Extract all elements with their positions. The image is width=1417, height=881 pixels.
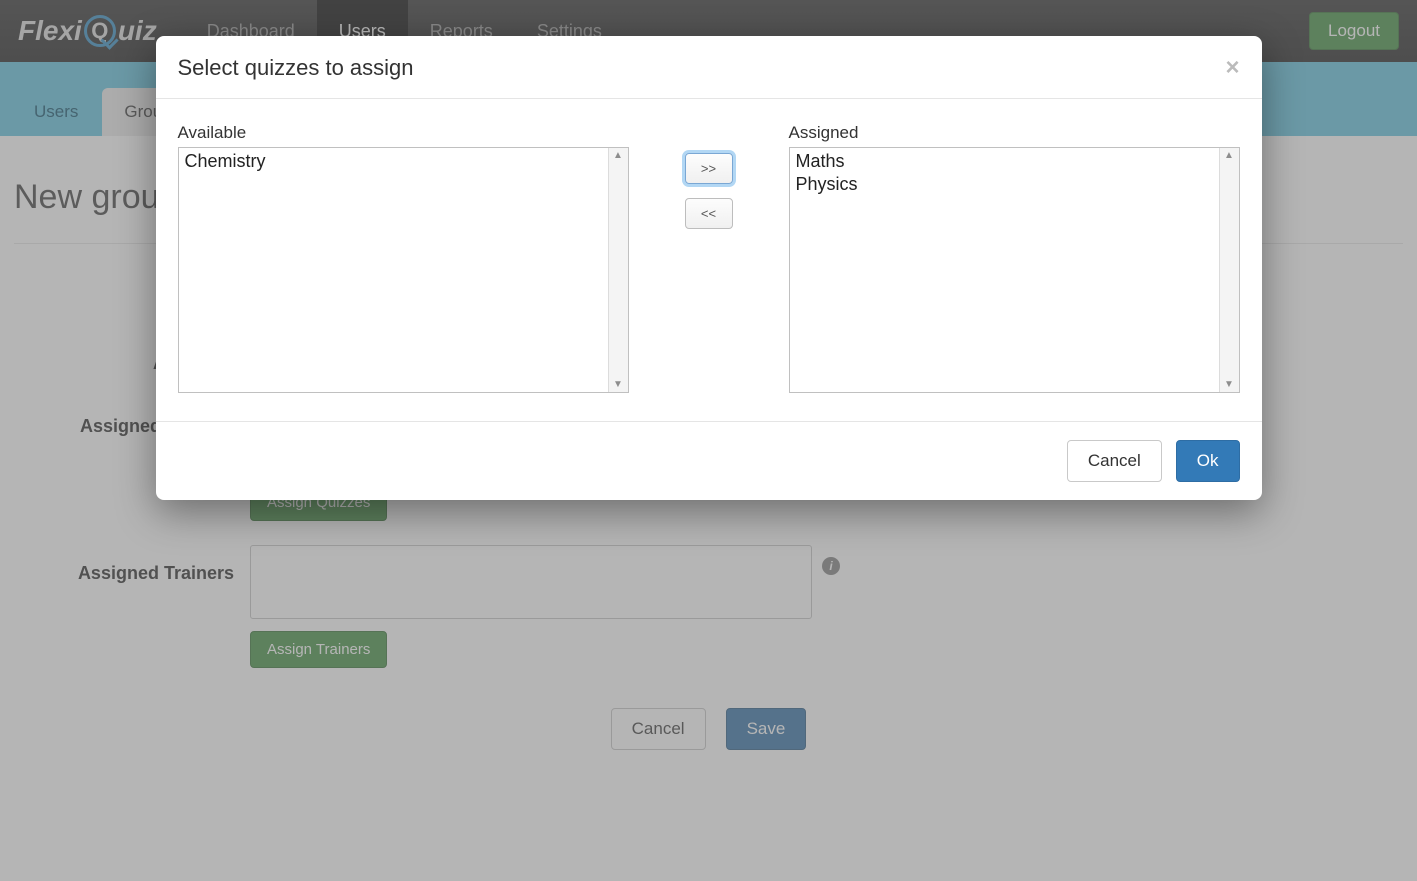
assigned-scrollbar[interactable]: ▲ ▼ — [1219, 148, 1239, 392]
available-scrollbar[interactable]: ▲ ▼ — [608, 148, 628, 392]
move-left-button[interactable]: << — [685, 198, 733, 229]
modal-title: Select quizzes to assign — [178, 55, 414, 81]
modal-footer: Cancel Ok — [156, 421, 1262, 500]
scroll-up-icon[interactable]: ▲ — [1224, 148, 1234, 163]
assign-quizzes-modal: Select quizzes to assign × Available Che… — [156, 36, 1262, 500]
list-item[interactable]: Physics — [796, 173, 1213, 196]
available-column: Available Chemistry ▲ ▼ — [178, 123, 629, 393]
close-icon[interactable]: × — [1225, 54, 1239, 82]
move-right-button[interactable]: >> — [685, 153, 733, 184]
available-label: Available — [178, 123, 629, 143]
assigned-column: Assigned MathsPhysics ▲ ▼ — [789, 123, 1240, 393]
scroll-down-icon[interactable]: ▼ — [613, 377, 623, 392]
assigned-label: Assigned — [789, 123, 1240, 143]
list-item[interactable]: Chemistry — [185, 150, 602, 173]
modal-ok-button[interactable]: Ok — [1176, 440, 1240, 482]
scroll-down-icon[interactable]: ▼ — [1224, 377, 1234, 392]
list-item[interactable]: Maths — [796, 150, 1213, 173]
available-listbox[interactable]: Chemistry ▲ ▼ — [178, 147, 629, 393]
modal-body: Available Chemistry ▲ ▼ >> << Assigned M… — [156, 99, 1262, 421]
move-buttons: >> << — [659, 153, 759, 229]
assigned-listbox[interactable]: MathsPhysics ▲ ▼ — [789, 147, 1240, 393]
modal-cancel-button[interactable]: Cancel — [1067, 440, 1162, 482]
modal-header: Select quizzes to assign × — [156, 36, 1262, 99]
scroll-up-icon[interactable]: ▲ — [613, 148, 623, 163]
